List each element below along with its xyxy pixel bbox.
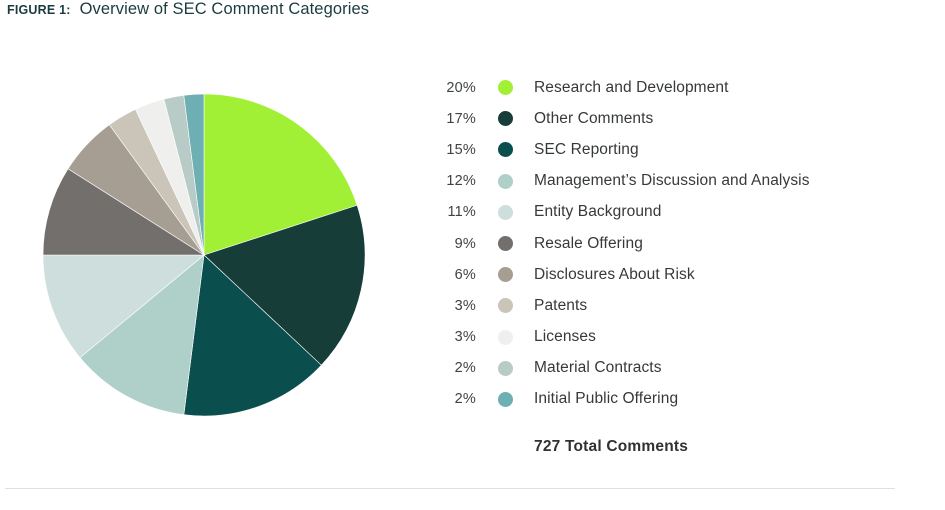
- legend-color-swatch: [498, 142, 513, 158]
- legend-percent: 2%: [454, 360, 476, 377]
- page-title: Overview of SEC Comment Categories: [79, 0, 370, 18]
- total-comments-label: 727 Total Comments: [534, 438, 689, 455]
- legend-color-swatch: [498, 204, 513, 220]
- pie-chart: [43, 94, 365, 416]
- legend-item: 11% Entity Background: [420, 197, 920, 228]
- legend-color-swatch: [498, 298, 513, 314]
- legend-item: 15% SEC Reporting: [420, 134, 920, 165]
- legend-percent: 15%: [446, 141, 476, 158]
- legend-color-swatch: [498, 236, 513, 252]
- legend-item: 12% Management’s Discussion and Analysis: [420, 166, 920, 197]
- legend-percent: 2%: [454, 391, 476, 408]
- legend-color-swatch: [498, 391, 513, 407]
- legend-item: 9% Resale Offering: [420, 228, 920, 259]
- figure-header: FIGURE 1: Overview of SEC Comment Catego…: [7, 0, 369, 28]
- footer-divider: [5, 488, 895, 489]
- legend-label: Patents: [534, 296, 588, 314]
- legend-label: SEC Reporting: [534, 140, 639, 158]
- legend-label: Research and Development: [534, 78, 729, 96]
- legend-item: 17% Other Comments: [420, 103, 920, 134]
- legend-label: Resale Offering: [534, 234, 643, 252]
- legend-item: 2% Material Contracts: [420, 353, 920, 384]
- legend-percent: 11%: [447, 204, 476, 221]
- legend-color-swatch: [498, 80, 513, 96]
- legend-item: 3% Licenses: [420, 322, 920, 353]
- legend-color-swatch: [498, 329, 513, 345]
- legend-color-swatch: [498, 111, 513, 127]
- legend-label: Licenses: [534, 328, 596, 346]
- legend-label: Entity Background: [534, 203, 662, 221]
- legend-label: Management’s Discussion and Analysis: [534, 172, 810, 190]
- chart-legend: 20% Research and Development 17% Other Comm…: [420, 72, 920, 415]
- legend-label: Initial Public Offering: [534, 390, 679, 408]
- legend-percent: 20%: [446, 79, 476, 96]
- legend-label: Other Comments: [534, 109, 654, 127]
- legend-color-swatch: [498, 173, 513, 189]
- legend-label: Disclosures About Risk: [534, 265, 695, 283]
- legend-color-swatch: [498, 360, 513, 376]
- legend-item: 3% Patents: [420, 290, 920, 321]
- legend-percent: 3%: [454, 329, 476, 346]
- pie-chart-svg: [43, 94, 365, 416]
- legend-percent: 6%: [454, 266, 476, 283]
- figure-number-label: FIGURE 1:: [7, 3, 71, 17]
- legend-percent: 12%: [446, 173, 476, 190]
- legend-percent: 3%: [454, 297, 476, 314]
- legend-percent: 9%: [454, 235, 476, 252]
- legend-item: 20% Research and Development: [420, 72, 920, 103]
- legend-item: 6% Disclosures About Risk: [420, 259, 920, 290]
- legend-percent: 17%: [446, 110, 476, 127]
- legend-item: 2% Initial Public Offering: [420, 384, 920, 415]
- legend-color-swatch: [498, 267, 513, 283]
- legend-label: Material Contracts: [534, 359, 662, 377]
